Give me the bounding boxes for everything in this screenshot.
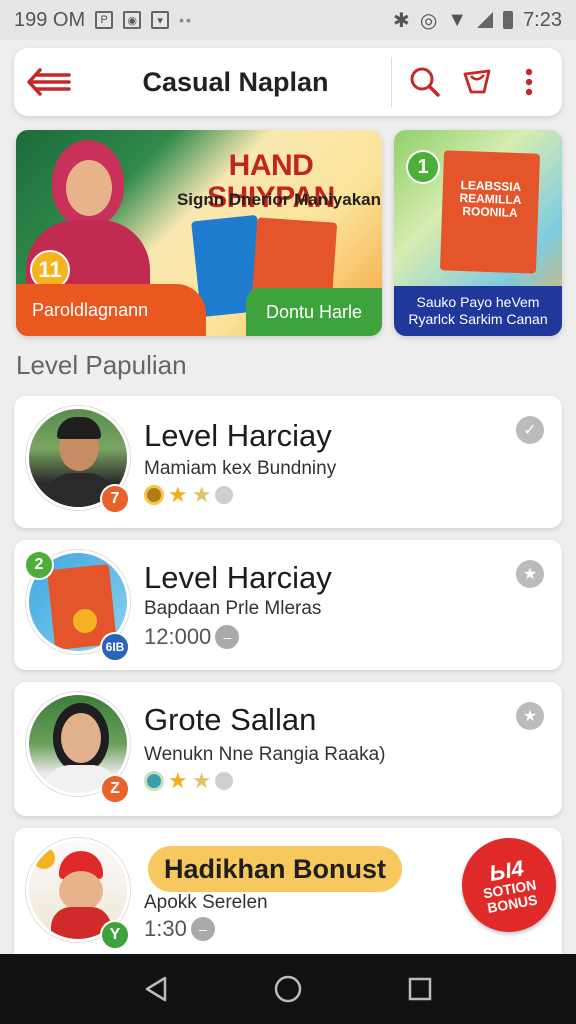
more-options-button[interactable] — [506, 59, 552, 105]
card-subtitle: Wenukn Nne Rangia Raaka) — [144, 744, 386, 765]
system-nav-bar — [0, 954, 576, 1024]
shop-bag-icon — [463, 69, 491, 94]
banner-footer: Sauko Payo heVem Ryarlck Sarkim Canan — [394, 286, 562, 336]
banner-subline: Signn Dnerior Maniyakan — [176, 190, 382, 209]
battery-icon — [503, 11, 514, 29]
nav-home-button[interactable] — [258, 959, 318, 1019]
app-bar: Casual Naplan — [14, 48, 562, 116]
back-menu-button[interactable] — [14, 48, 84, 116]
card-title: Grote Sallan — [144, 702, 317, 737]
card-subtitle: Apokk Serelen — [144, 892, 268, 913]
level-badge: 6IB — [100, 632, 130, 662]
card-time: 1:30 — [144, 916, 187, 941]
level-card[interactable]: 7 Level Harciay Mamiam kex Bundniny ★ ★ … — [14, 396, 562, 528]
more-notifications-icon: •• — [179, 12, 193, 28]
status-left-text: 199 OM — [14, 8, 86, 31]
corner-badge: 2 — [24, 550, 54, 580]
star-badge-icon[interactable]: ★ — [516, 702, 544, 730]
promo-banner-secondary[interactable]: LEABSSIA REAMILLA ROONILA 1 Sauko Payo h… — [394, 130, 562, 336]
gem-icon — [215, 486, 234, 504]
star-icon: ★ — [168, 482, 188, 507]
promo-banner-main[interactable]: HAND SHIYPAN Signn Dnerior Maniyakan 11 … — [16, 130, 382, 336]
card-subtitle: Mamiam kex Bundniny — [144, 458, 337, 479]
back-menu-icon — [27, 68, 71, 96]
coin-icon — [144, 771, 164, 791]
product-pack: LEABSSIA REAMILLA ROONILA — [439, 150, 541, 274]
download-icon: ▾ — [151, 11, 170, 29]
banner-number-badge: 1 — [406, 150, 440, 184]
card-subtitle: Bapdaan Prle Mleras — [144, 598, 322, 619]
card-title: Level Harciay — [144, 560, 332, 595]
banner-person-face — [66, 160, 112, 216]
bonus-title-pill: Hadikhan Bonust — [148, 846, 403, 892]
bonus-badge[interactable]: Ы4 SOTION BONUS — [454, 830, 564, 940]
bluetooth-icon: ✱ — [393, 9, 410, 32]
star-icon: ★ — [191, 768, 212, 793]
level-card[interactable]: 2 6IB Level Harciay Bapdaan Prle Mleras … — [14, 540, 562, 670]
level-card[interactable]: Z Grote Sallan Wenukn Nne Rangia Raaka) … — [14, 682, 562, 816]
card-title: Level Harciay — [144, 418, 332, 453]
banner-left-ribbon: Paroldlagnann — [16, 284, 206, 336]
search-icon — [410, 67, 440, 97]
banner-right-ribbon[interactable]: Dontu Harle — [246, 288, 382, 336]
notification-icon: P — [95, 11, 114, 29]
level-badge: Y — [100, 920, 130, 950]
wifi-icon: ▼ — [447, 8, 468, 31]
status-time: 7:23 — [523, 8, 562, 31]
card-time: 12:000 — [144, 624, 212, 649]
level-badge: Z — [100, 774, 130, 804]
status-bar: 199 OM P ◉ ▾ •• ✱ ◎ ▼ 7:23 — [0, 0, 576, 40]
clock-icon: – — [215, 625, 240, 649]
check-icon[interactable]: ✓ — [516, 416, 544, 444]
nav-back-button[interactable] — [126, 959, 186, 1019]
camera-icon: ◉ — [123, 11, 142, 29]
shop-button[interactable] — [454, 59, 500, 105]
more-vert-icon — [525, 68, 533, 96]
star-icon: ★ — [168, 768, 188, 793]
nav-home-icon — [274, 975, 302, 1003]
page-title: Casual Naplan — [142, 66, 329, 97]
hotspot-icon: ◎ — [419, 9, 438, 32]
coin-icon — [144, 485, 164, 505]
nav-recents-icon — [408, 977, 432, 1001]
gem-icon — [215, 772, 234, 790]
nav-recents-button[interactable] — [390, 959, 450, 1019]
product-pack-text: LEABSSIA REAMILLA ROONILA — [459, 177, 522, 221]
star-badge-icon[interactable]: ★ — [516, 560, 544, 588]
bonus-card[interactable]: Y Hadikhan Bonust Apokk Serelen 1:30 – Ы… — [14, 828, 564, 954]
signal-icon — [477, 12, 494, 28]
clock-icon: – — [190, 917, 215, 941]
level-badge: 7 — [100, 484, 130, 514]
nav-back-icon — [145, 976, 167, 1002]
search-button[interactable] — [402, 59, 448, 105]
star-icon: ★ — [191, 482, 212, 507]
section-title: Level Papulian — [16, 350, 187, 380]
